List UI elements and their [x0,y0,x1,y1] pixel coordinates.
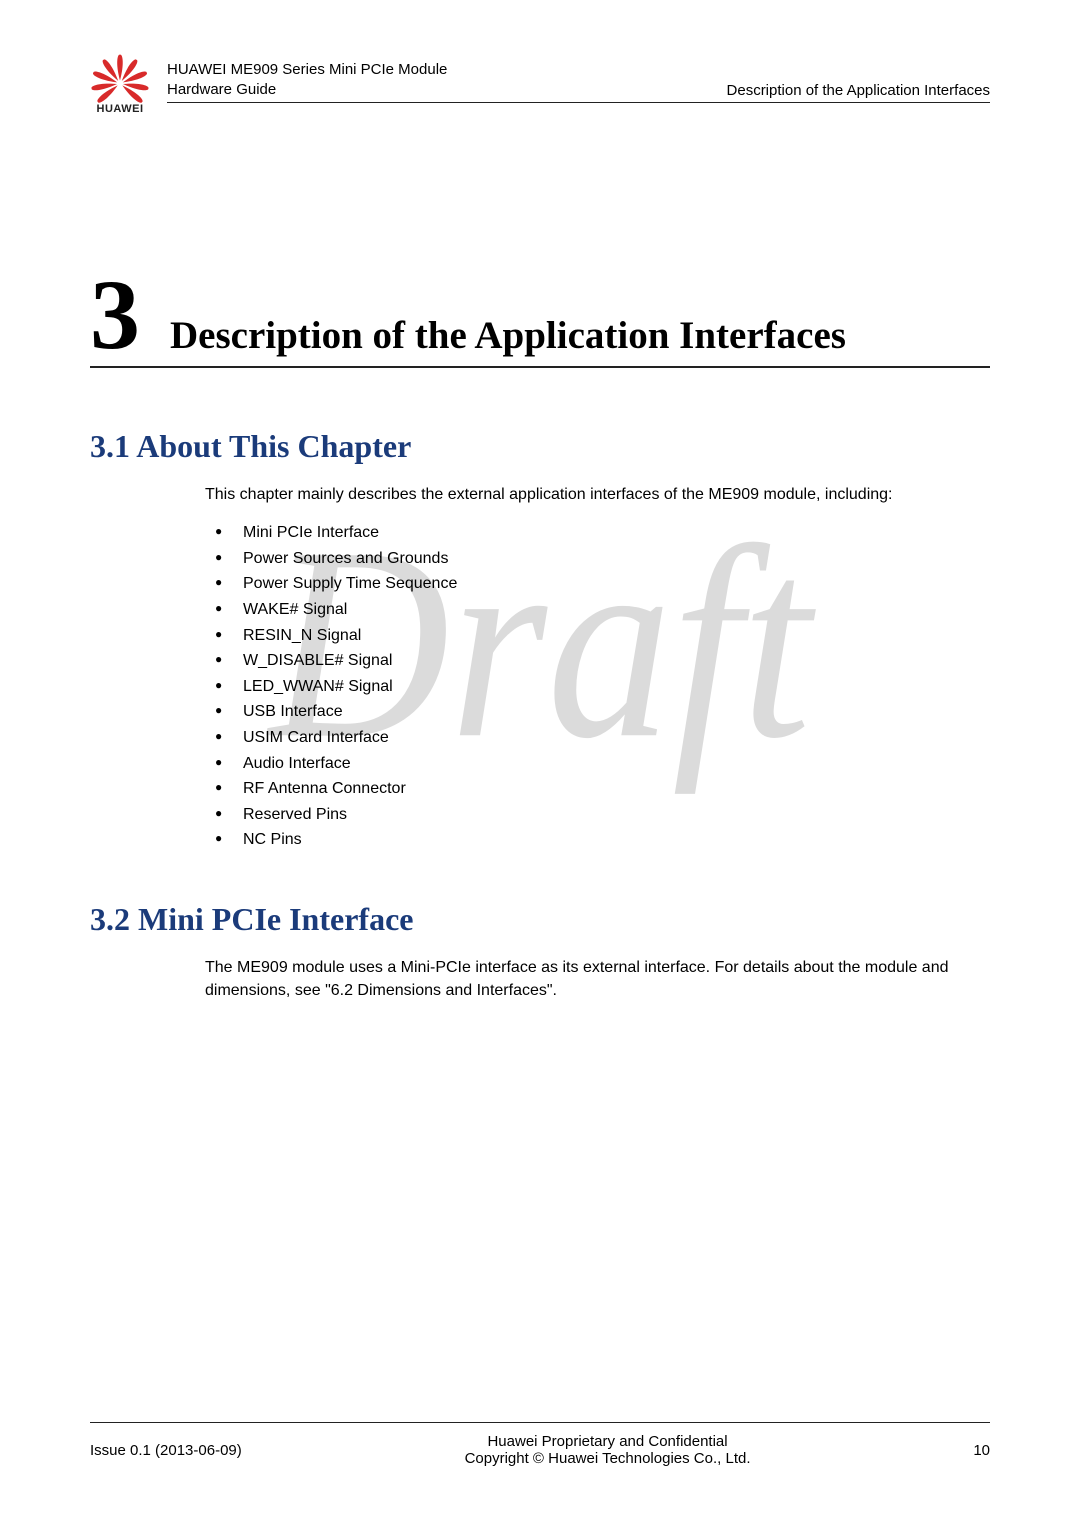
list-item: W_DISABLE# Signal [205,648,990,674]
doc-title-line2: Hardware Guide [167,80,447,100]
list-item: Reserved Pins [205,802,990,828]
list-item: Power Supply Time Sequence [205,571,990,597]
huawei-logo: HUAWEI [85,50,155,115]
section-3-1-list: Mini PCIe Interface Power Sources and Gr… [205,520,990,853]
list-item: Power Sources and Grounds [205,546,990,572]
list-item: NC Pins [205,827,990,853]
list-item: LED_WWAN# Signal [205,674,990,700]
list-item: RF Antenna Connector [205,776,990,802]
list-item: RESIN_N Signal [205,623,990,649]
list-item: WAKE# Signal [205,597,990,623]
list-item: Audio Interface [205,751,990,777]
footer-issue: Issue 0.1 (2013-06-09) [90,1442,242,1459]
chapter-title: Description of the Application Interface… [170,313,846,358]
section-3-2-heading: 3.2 Mini PCIe Interface [90,901,990,938]
list-item: USIM Card Interface [205,725,990,751]
header-chapter-ref: Description of the Application Interface… [727,82,990,99]
list-item: USB Interface [205,699,990,725]
chapter-number: 3 [90,275,140,355]
footer-page-number: 10 [973,1442,990,1459]
doc-title-line1: HUAWEI ME909 Series Mini PCIe Module [167,60,447,80]
footer-copyright: Copyright © Huawei Technologies Co., Ltd… [242,1450,974,1467]
section-3-1-intro: This chapter mainly describes the extern… [205,483,990,506]
section-3-2-body: The ME909 module uses a Mini-PCIe interf… [205,956,990,1002]
huawei-logo-text: HUAWEI [97,103,144,115]
footer-proprietary: Huawei Proprietary and Confidential [242,1433,974,1450]
list-item: Mini PCIe Interface [205,520,990,546]
section-3-1-heading: 3.1 About This Chapter [90,428,990,465]
huawei-petal-icon [90,50,150,105]
